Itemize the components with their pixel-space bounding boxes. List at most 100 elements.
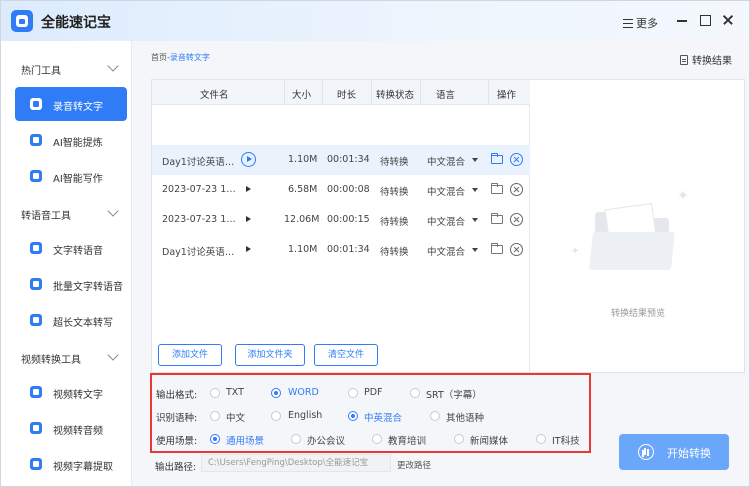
table-row[interactable]: 2023-07-23 1… 6.58M 00:00:08 待转换 中文混合	[152, 175, 530, 205]
chevron-down-icon[interactable]	[472, 158, 478, 162]
delete-icon[interactable]	[510, 153, 523, 166]
start-conversion-button[interactable]: 开始转换	[619, 434, 729, 470]
delete-icon[interactable]	[510, 213, 523, 226]
chevron-down-icon[interactable]	[107, 349, 119, 361]
format-txt-radio[interactable]	[210, 388, 220, 398]
file-duration: 00:01:34	[327, 154, 370, 165]
scene-office-radio[interactable]	[291, 434, 301, 444]
column-divider	[371, 80, 372, 105]
sidebar-item-label: 视频转音频	[53, 426, 103, 437]
clear-files-button[interactable]: 清空文件	[314, 344, 378, 366]
document-icon	[680, 55, 688, 65]
language-select[interactable]: 中文混合	[427, 244, 465, 258]
play-icon[interactable]	[241, 242, 256, 257]
scene-it-label[interactable]: IT科技	[552, 433, 580, 447]
file-status: 待转换	[380, 157, 409, 168]
more-menu-button[interactable]: 更多	[623, 15, 658, 31]
sidebar-item-audio-to-text[interactable]: 录音转文字	[15, 87, 127, 121]
add-folder-button[interactable]: 添加文件夹	[235, 344, 305, 366]
lang-other-label[interactable]: 其他语种	[446, 410, 484, 424]
language-select[interactable]: 中文混合	[427, 214, 465, 228]
play-icon[interactable]	[241, 182, 256, 197]
output-path-field[interactable]: C:\Users\FengPing\Desktop\全能速记宝	[201, 454, 391, 472]
sidebar-item-text-to-speech[interactable]: 文字转语音	[15, 231, 127, 265]
file-size: 1.10M	[288, 154, 318, 165]
chevron-down-icon[interactable]	[107, 205, 119, 217]
language-select[interactable]: 中文混合	[427, 184, 465, 198]
scene-it-radio[interactable]	[536, 434, 546, 444]
lang-other-radio[interactable]	[430, 411, 440, 421]
format-word-radio[interactable]	[271, 388, 281, 398]
scene-education-label[interactable]: 教育培训	[388, 433, 426, 447]
column-divider	[284, 80, 285, 105]
file-name: Day1讨论英语…	[162, 247, 235, 258]
file-panel: 文件名 大小 时长 转换状态 语言 操作 Day1讨论英语… 1.10M 00:…	[151, 79, 745, 373]
video-to-text-icon	[30, 386, 42, 398]
file-duration: 00:01:34	[327, 244, 370, 255]
table-row[interactable]: Day1讨论英语… 1.10M 00:01:34 待转换 中文混合	[152, 235, 530, 265]
scene-general-radio[interactable]	[210, 434, 220, 444]
sidebar-group-tts-tools[interactable]: 转语音工具	[21, 207, 71, 222]
sidebar-group-video-tools[interactable]: 视频转换工具	[21, 351, 81, 366]
add-file-button[interactable]: 添加文件	[158, 344, 222, 366]
format-txt-label[interactable]: TXT	[226, 387, 244, 398]
format-pdf-radio[interactable]	[348, 388, 358, 398]
conversion-results-button[interactable]: 转换结果	[680, 52, 732, 67]
scene-news-radio[interactable]	[454, 434, 464, 444]
column-divider	[420, 80, 421, 105]
chevron-down-icon[interactable]	[472, 218, 478, 222]
play-icon[interactable]	[241, 212, 256, 227]
more-menu-label: 更多	[636, 17, 658, 30]
output-format-label: 输出格式:	[156, 390, 198, 401]
sidebar-item-video-to-text[interactable]: 视频转文字	[15, 375, 127, 409]
scene-office-label[interactable]: 办公会议	[307, 433, 345, 447]
lang-english-radio[interactable]	[271, 411, 281, 421]
maximize-button[interactable]	[698, 13, 712, 27]
language-select[interactable]: 中文混合	[427, 154, 465, 168]
scene-general-label[interactable]: 通用场景	[226, 433, 264, 447]
play-icon[interactable]	[241, 152, 256, 167]
lang-english-label[interactable]: English	[288, 410, 322, 421]
table-row[interactable]: Day1讨论英语… 1.10M 00:01:34 待转换 中文混合	[152, 145, 530, 175]
change-path-link[interactable]: 更改路径	[397, 459, 431, 471]
format-srt-label[interactable]: SRT（字幕）	[426, 387, 482, 401]
chevron-down-icon[interactable]	[472, 248, 478, 252]
column-header-status: 转换状态	[376, 90, 415, 101]
scene-education-radio[interactable]	[372, 434, 382, 444]
preview-pane: ✦ ✦ 转换结果预览	[531, 80, 745, 372]
chevron-down-icon[interactable]	[107, 60, 119, 72]
delete-icon[interactable]	[510, 243, 523, 256]
lang-chinese-radio[interactable]	[210, 411, 220, 421]
format-pdf-label[interactable]: PDF	[364, 387, 383, 398]
sidebar-item-batch-tts[interactable]: 批量文字转语音	[15, 267, 127, 301]
scene-news-label[interactable]: 新闻媒体	[470, 433, 508, 447]
sidebar-item-video-to-audio[interactable]: 视频转音频	[15, 411, 127, 445]
close-window-button[interactable]	[721, 13, 735, 27]
chevron-down-icon[interactable]	[472, 188, 478, 192]
sidebar-group-hot-tools[interactable]: 热门工具	[21, 62, 61, 77]
sidebar-item-long-text[interactable]: 超长文本转写	[15, 303, 127, 337]
format-word-label[interactable]: WORD	[288, 387, 319, 398]
sidebar-item-ai-extract[interactable]: AI智能提炼	[15, 123, 127, 157]
sidebar-item-label: 视频字幕提取	[53, 462, 113, 473]
usage-scene-label: 使用场景:	[156, 436, 198, 447]
breadcrumb-home[interactable]: 首页	[151, 53, 167, 62]
sidebar-item-subtitle-extract[interactable]: 视频字幕提取	[15, 447, 127, 481]
open-folder-icon[interactable]	[491, 243, 503, 254]
lang-mixed-label[interactable]: 中英混合	[364, 410, 402, 424]
minimize-button[interactable]	[675, 13, 689, 27]
open-folder-icon[interactable]	[491, 153, 503, 164]
open-folder-icon[interactable]	[491, 213, 503, 224]
waveform-icon	[638, 444, 654, 460]
table-row[interactable]: 2023-07-23 1… 12.06M 00:00:15 待转换 中文混合	[152, 205, 530, 235]
batch-tts-icon	[30, 278, 42, 290]
delete-icon[interactable]	[510, 183, 523, 196]
open-folder-icon[interactable]	[491, 183, 503, 194]
file-size: 6.58M	[288, 184, 318, 195]
table-header: 文件名 大小 时长 转换状态 语言 操作	[152, 80, 530, 105]
sidebar-item-ai-writing[interactable]: AI智能写作	[15, 159, 127, 193]
format-srt-radio[interactable]	[410, 388, 420, 398]
audio-to-text-icon	[30, 98, 42, 110]
lang-mixed-radio[interactable]	[348, 411, 358, 421]
lang-chinese-label[interactable]: 中文	[226, 410, 245, 424]
